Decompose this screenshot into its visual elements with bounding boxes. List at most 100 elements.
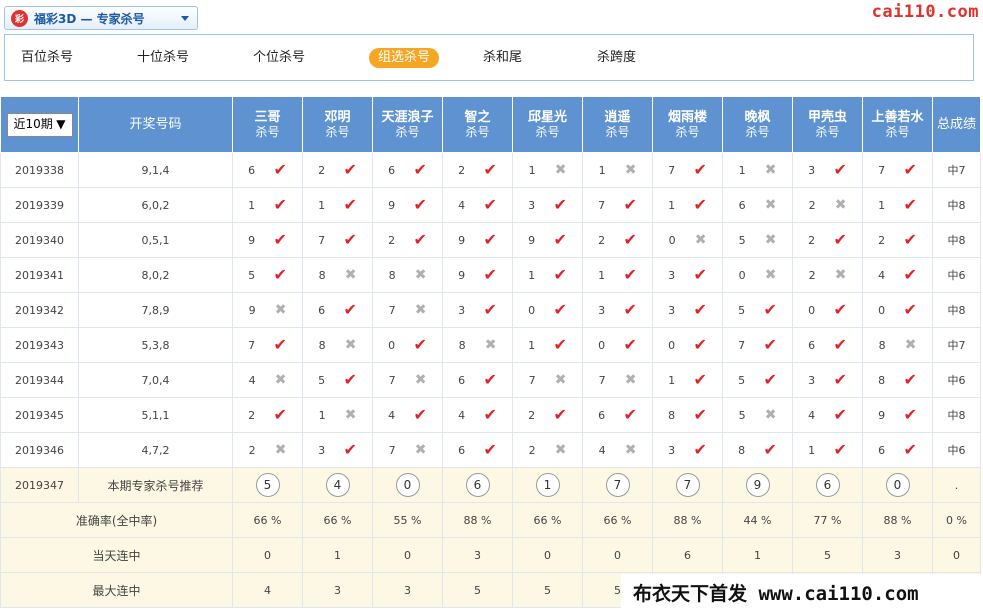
period-cell: 2019338 [0, 152, 79, 188]
tab-group-kill[interactable]: 组选杀号 [369, 48, 440, 68]
expert-subtitle: 杀号 [745, 124, 770, 139]
kill-number: 7 [598, 373, 606, 387]
expert-header[interactable]: 智之 杀号 [442, 96, 513, 153]
bottom-watermark: 布衣天下首发 www.cai110.com [621, 574, 983, 610]
kill-cell: 2 ✔ [372, 222, 443, 258]
game-select[interactable]: 彩 福彩3D — 专家杀号 [4, 6, 198, 30]
kill-number: 3 [598, 303, 606, 317]
check-icon: ✔ [553, 405, 567, 424]
kill-number: 7 [318, 233, 326, 247]
expert-header[interactable]: 晚枫 杀号 [722, 96, 793, 153]
kill-cell: 7 ✖ [512, 362, 583, 398]
kill-cell: 1 ✔ [792, 432, 863, 468]
expert-header[interactable]: 上善若水 杀号 [862, 96, 933, 153]
kill-cell: 3 ✔ [792, 362, 863, 398]
expert-header[interactable]: 三哥 杀号 [232, 96, 303, 153]
check-icon: ✔ [903, 300, 917, 319]
kill-number: 1 [808, 443, 816, 457]
kill-cell: 6 ✔ [442, 362, 513, 398]
total-cell: 中6 [932, 257, 981, 293]
stat-cell: 88 % [442, 502, 513, 538]
table-row: 2019342 7,8,9 9 ✖ 6 ✔ 7 ✖ 3 ✔ 0 ✔ 3 ✔ 3 ✔ 5 ✔ 0 ✔ 0 ✔ 中8 [0, 292, 981, 328]
kill-cell: 9 ✔ [232, 222, 303, 258]
kill-cell: 5 ✖ [722, 397, 793, 433]
kill-cell: 7 ✔ [652, 152, 723, 188]
kill-number: 3 [808, 373, 816, 387]
kill-number: 4 [458, 198, 466, 212]
draw-numbers-cell: 5,3,8 [78, 327, 233, 363]
expert-header[interactable]: 甲壳虫 杀号 [792, 96, 863, 153]
kill-cell: 9 ✔ [512, 222, 583, 258]
expert-subtitle: 杀号 [605, 124, 630, 139]
check-icon: ✔ [413, 230, 427, 249]
kill-cell: 2 ✖ [792, 187, 863, 223]
check-icon: ✔ [273, 335, 287, 354]
check-icon: ✔ [343, 370, 357, 389]
expert-header[interactable]: 邓明 杀号 [302, 96, 373, 153]
period-cell: 2019339 [0, 187, 79, 223]
check-icon: ✔ [693, 405, 707, 424]
stat-cell: 0 [232, 537, 303, 573]
table-row: 2019343 5,3,8 7 ✔ 8 ✖ 0 ✔ 8 ✖ 1 ✔ 0 ✔ 0 ✔ 7 ✔ 6 ✔ 8 ✖ 中7 [0, 327, 981, 363]
expert-header[interactable]: 烟雨楼 杀号 [652, 96, 723, 153]
expert-name: 邱星光 [527, 109, 567, 125]
kill-number: 1 [668, 198, 676, 212]
cross-icon: ✖ [344, 267, 357, 283]
tab-sum-tail-kill[interactable]: 杀和尾 [483, 48, 522, 68]
kill-number: 1 [878, 198, 886, 212]
kill-number: 8 [738, 443, 746, 457]
kill-cell: 1 ✖ [722, 152, 793, 188]
expert-header[interactable]: 逍遥 杀号 [582, 96, 653, 153]
cross-icon: ✖ [624, 162, 637, 178]
kill-number: 9 [458, 268, 466, 282]
kill-cell: 9 ✖ [232, 292, 303, 328]
cross-icon: ✖ [694, 232, 707, 248]
cross-icon: ✖ [764, 162, 777, 178]
kill-cell: 1 ✔ [862, 187, 933, 223]
kill-cell: 1 ✔ [232, 187, 303, 223]
check-icon: ✔ [483, 440, 497, 459]
kill-cell: 5 ✔ [722, 362, 793, 398]
tab-tens-kill[interactable]: 十位杀号 [137, 48, 189, 68]
kill-cell: 2 ✔ [232, 397, 303, 433]
expert-header[interactable]: 邱星光 杀号 [512, 96, 583, 153]
tab-hundreds-kill[interactable]: 百位杀号 [21, 48, 73, 68]
stat-cell: 6 [652, 537, 723, 573]
kill-cell: 1 ✔ [512, 327, 583, 363]
tab-units-kill[interactable]: 个位杀号 [253, 48, 305, 68]
table-row: 2019338 9,1,4 6 ✔ 2 ✔ 6 ✔ 2 ✔ 1 ✖ 1 ✖ 7 ✔ 1 ✖ 3 ✔ 7 ✔ 中7 [0, 152, 981, 188]
kill-number: 4 [808, 408, 816, 422]
kill-cell: 1 ✖ [302, 397, 373, 433]
kill-cell: 8 ✖ [442, 327, 513, 363]
kill-cell: 7 ✔ [232, 327, 303, 363]
kill-cell: 6 ✔ [582, 397, 653, 433]
kill-cell: 4 ✖ [582, 432, 653, 468]
kill-cell: 2 ✔ [792, 222, 863, 258]
kill-cell: 8 ✔ [652, 397, 723, 433]
kill-number: 6 [388, 163, 396, 177]
expert-name: 邓明 [324, 109, 351, 125]
expert-header[interactable]: 天涯浪子 杀号 [372, 96, 443, 153]
kill-cell: 1 ✔ [512, 257, 583, 293]
stat-cell: 1 [302, 537, 373, 573]
tab-span-kill[interactable]: 杀跨度 [597, 48, 636, 68]
draw-numbers-cell: 8,0,2 [78, 257, 233, 293]
kill-cell: 1 ✔ [652, 362, 723, 398]
kill-cell: 2 ✔ [862, 222, 933, 258]
game-title: 福彩3D — 专家杀号 [34, 11, 145, 26]
kill-number: 0 [738, 268, 746, 282]
cross-icon: ✖ [554, 372, 567, 388]
draw-numbers-cell: 0,5,1 [78, 222, 233, 258]
total-cell: 中7 [932, 152, 981, 188]
kill-cell: 4 ✔ [792, 397, 863, 433]
stat-cell: 66 % [512, 502, 583, 538]
expert-name: 上善若水 [871, 109, 924, 125]
check-icon: ✔ [693, 440, 707, 459]
stat-cell: 1 [722, 537, 793, 573]
kill-number: 9 [248, 233, 256, 247]
check-icon: ✔ [623, 265, 637, 284]
check-icon: ✔ [273, 230, 287, 249]
period-select[interactable]: 近10期 ▼ [6, 112, 73, 137]
kill-number: 5 [738, 373, 746, 387]
stat-label: 当天连中 [0, 537, 233, 573]
